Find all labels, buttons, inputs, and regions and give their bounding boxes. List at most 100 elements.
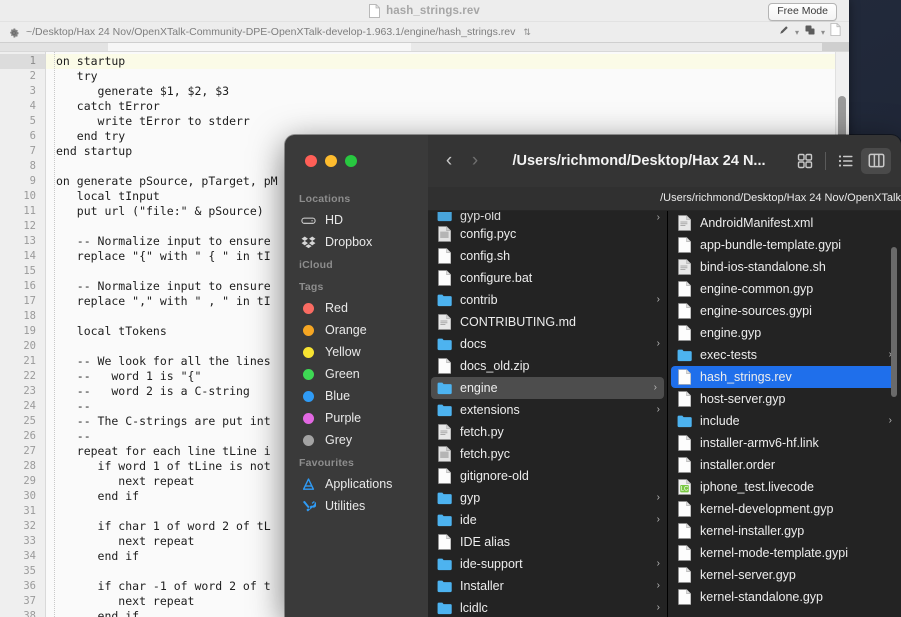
folder-row[interactable]: lcidlc › [428,597,667,617]
back-button[interactable]: ‹ [436,151,462,170]
file-row[interactable]: host-server.gyp [668,388,899,410]
line-number: 31 [23,505,36,517]
line-number: 32 [23,520,36,532]
list-view-button[interactable] [831,148,861,174]
code-line[interactable]: try [46,69,849,84]
sidebar-item-dropbox[interactable]: Dropbox [285,231,428,253]
file-row[interactable]: configure.bat [428,267,667,289]
folder-row[interactable]: Installer › [428,575,667,597]
column-scrollbar-thumb[interactable] [891,246,897,397]
file-icon [437,533,452,550]
sidebar-item-blue[interactable]: Blue [285,385,428,407]
finder-column-1-list: gyp-old › config.pyc config.sh configure.bat… [428,211,667,617]
file-icon [677,236,692,253]
folder-row[interactable]: gyp › [428,487,667,509]
file-row[interactable]: kernel-standalone.gyp [668,586,899,608]
gear-icon[interactable] [8,26,20,38]
finder-column-2[interactable]: AndroidManifest.xml app-bundle-template.g… [668,211,899,617]
finder-column-1[interactable]: gyp-old › config.pyc config.sh configure.bat… [428,210,668,617]
icon-view-button[interactable] [790,148,820,174]
folder-row[interactable]: engine › [431,376,664,399]
sidebar-item-yellow[interactable]: Yellow [285,341,428,363]
sidebar-item-label: Purple [325,411,362,425]
ruler-segment [108,43,411,51]
line-number: 22 [23,370,36,382]
code-line[interactable]: generate $1, $2, $3 [46,84,849,99]
file-row[interactable]: kernel-development.gyp [668,498,899,520]
file-row[interactable]: engine-common.gyp [668,278,899,300]
file-row[interactable]: engine.gyp [668,322,899,344]
editor-title: hash_strings.rev [386,4,480,17]
file-row[interactable]: config.sh [428,245,667,267]
file-row[interactable]: config.pyc [428,223,667,245]
pin-icon[interactable] [778,23,790,41]
column-view-button[interactable] [861,147,891,174]
folder-row[interactable]: exec-tests› [668,344,899,366]
folder-row[interactable]: ide-support › [428,553,667,575]
line-number: 38 [23,610,36,617]
file-row[interactable]: fetch.py [428,421,667,443]
line-number: 13 [23,235,36,247]
copy-icon[interactable] [804,23,816,41]
item-label: kernel-mode-template.gypi [700,545,848,560]
file-row[interactable]: AndroidManifest.xml [668,212,899,234]
item-label: CONTRIBUTING.md [460,314,576,329]
chevron-down-icon[interactable]: ▾ [795,28,799,37]
file-row[interactable]: kernel-mode-template.gypi [668,542,899,564]
sidebar-item-label: Red [325,301,348,315]
folder-row[interactable]: extensions › [428,399,667,421]
editor-file-path[interactable]: ~/Desktop/Hax 24 Nov/OpenXTalk-Community… [26,26,515,38]
file-icon [677,522,692,539]
sidebar-item-grey[interactable]: Grey [285,429,428,451]
folder-row[interactable]: contrib › [428,289,667,311]
file-row[interactable]: engine-sources.gypi [668,300,899,322]
item-label: configure.bat [460,270,533,285]
sidebar-item-purple[interactable]: Purple [285,407,428,429]
file-row[interactable]: installer-armv6-hf.link [668,432,899,454]
line-number: 26 [23,430,36,442]
item-label: include [700,413,740,428]
chevron-down-icon[interactable]: ▾ [821,28,825,37]
code-line[interactable]: on startup [46,54,849,69]
file-row[interactable]: app-bundle-template.gypi [668,234,899,256]
sidebar-group-label: Tags [299,281,324,293]
new-document-icon[interactable] [830,23,841,41]
path-stepper-icon[interactable]: ⇅ [523,27,531,38]
finder-subpath-bar: /Users/richmond/Desktop/Hax 24 Nov/OpenX… [428,186,901,211]
file-row[interactable]: IDE alias [428,531,667,553]
line-number: 10 [23,190,36,202]
folder-row[interactable]: gyp-old › [428,211,667,223]
sidebar-item-orange[interactable]: Orange [285,319,428,341]
folder-icon [677,413,692,429]
item-label: config.sh [460,248,511,263]
sidebar-item-hd[interactable]: HD [285,209,428,231]
sidebar-item-utilities[interactable]: Utilities [285,495,428,517]
sidebar-item-applications[interactable]: Applications [285,473,428,495]
file-row[interactable]: CONTRIBUTING.md [428,311,667,333]
file-row[interactable]: LC iphone_test.livecode [668,476,899,498]
file-row[interactable]: gitignore-old [428,465,667,487]
close-button[interactable] [305,155,317,167]
chevron-right-icon: › [656,492,660,504]
file-row[interactable]: fetch.pyc [428,443,667,465]
file-row[interactable]: installer.order [668,454,899,476]
code-line[interactable]: write tError to stderr [46,114,849,129]
file-row[interactable]: kernel-server.gyp [668,564,899,586]
file-row[interactable]: bind-ios-standalone.sh [668,256,899,278]
item-label: kernel-server.gyp [700,567,796,582]
file-row[interactable]: docs_old.zip [428,355,667,377]
free-mode-button[interactable]: Free Mode [768,3,837,21]
sidebar-item-green[interactable]: Green [285,363,428,385]
line-number: 34 [23,550,36,562]
minimize-button[interactable] [325,155,337,167]
file-row[interactable]: kernel-installer.gyp [668,520,899,542]
sidebar-item-red[interactable]: Red [285,297,428,319]
folder-row[interactable]: docs › [428,333,667,355]
code-line[interactable]: catch tError [46,99,849,114]
maximize-button[interactable] [345,155,357,167]
folder-icon [677,347,692,363]
folder-row[interactable]: include › [668,410,899,432]
folder-row[interactable]: ide › [428,509,667,531]
forward-button[interactable]: › [462,151,488,170]
file-row[interactable]: hash_strings.rev [671,365,896,388]
